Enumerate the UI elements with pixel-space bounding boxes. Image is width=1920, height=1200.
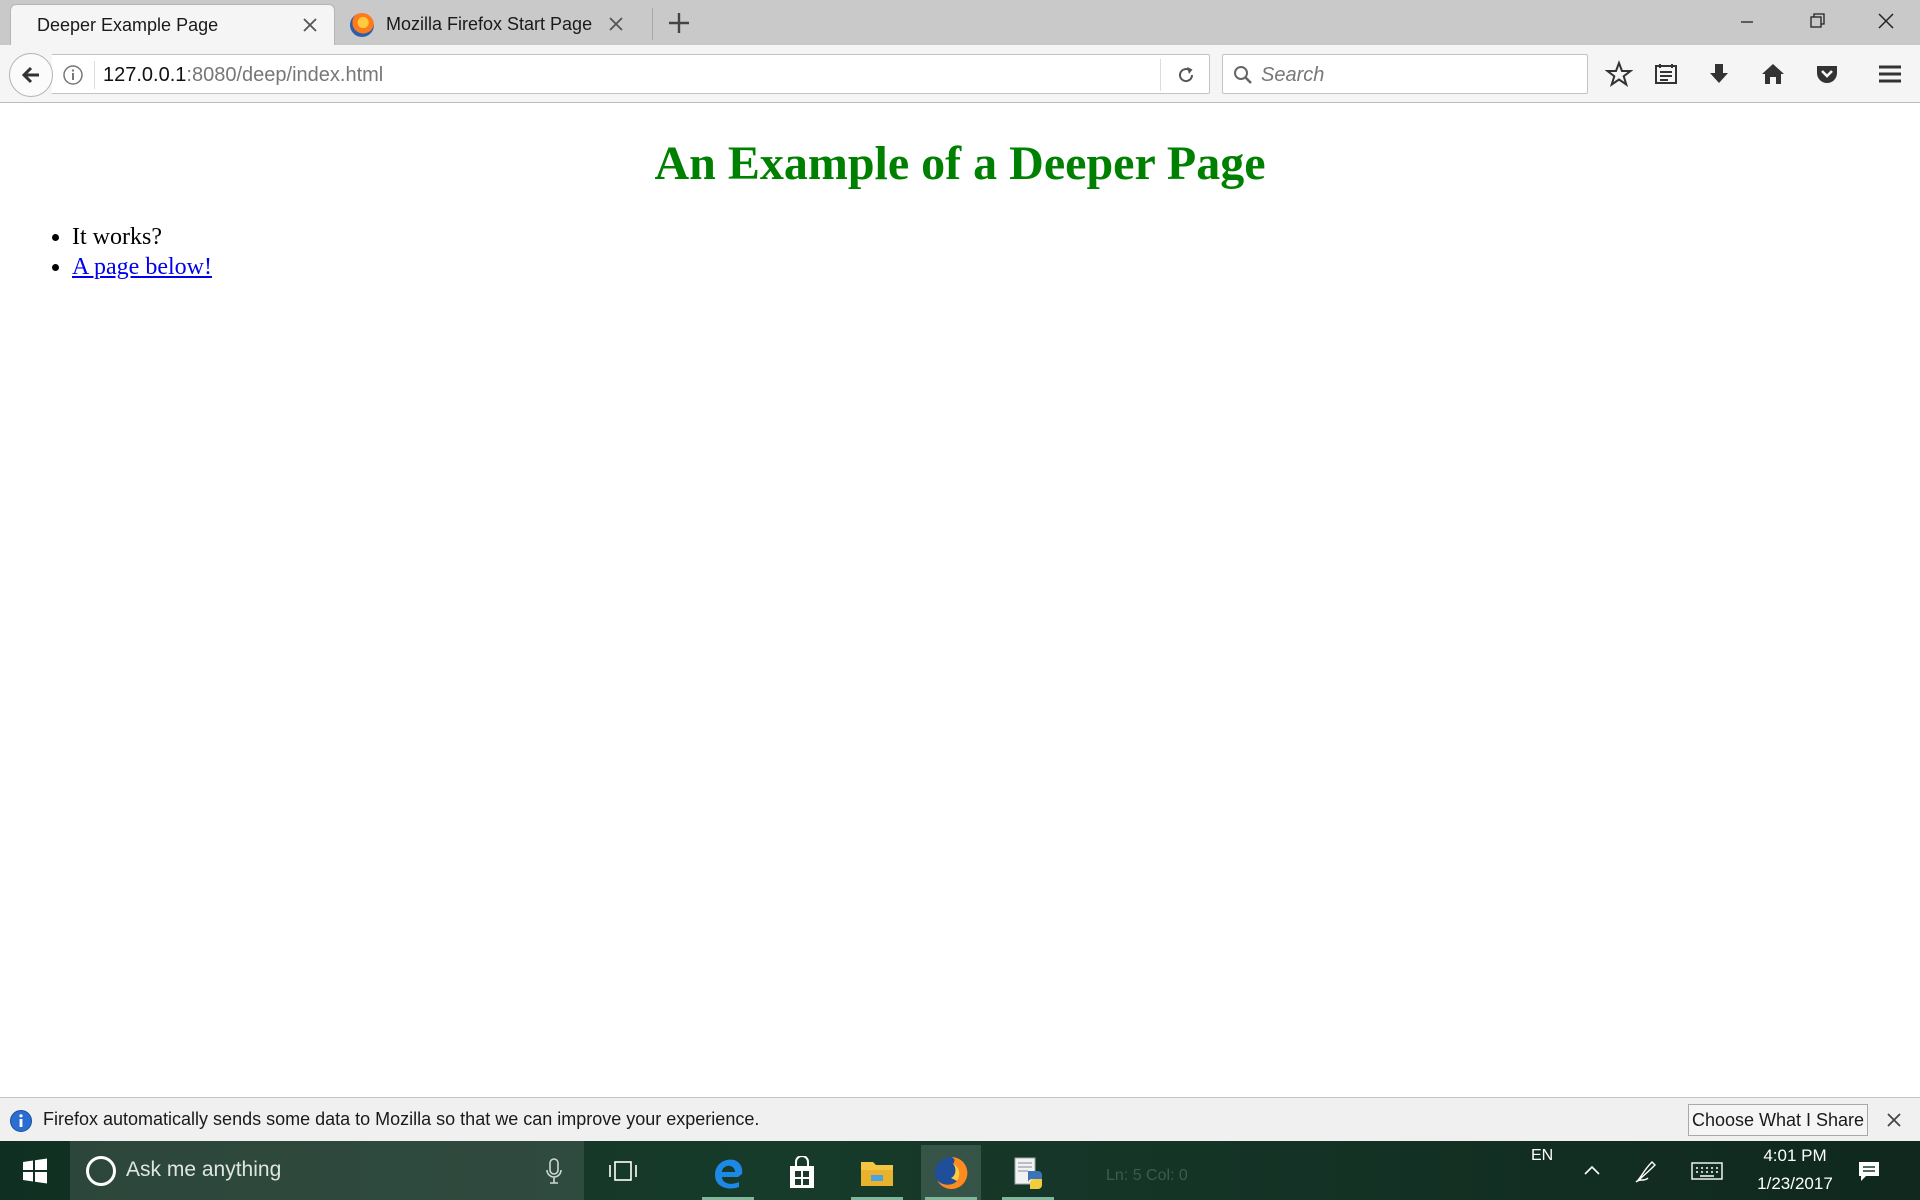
edge-icon: [715, 1159, 743, 1188]
search-bar[interactable]: Search: [1222, 54, 1588, 94]
input-language-indicator[interactable]: EN: [1531, 1147, 1553, 1165]
reload-icon[interactable]: [1174, 63, 1198, 87]
tab-title: Deeper Example Page: [37, 14, 219, 35]
downloads-icon[interactable]: [1705, 60, 1733, 88]
page-below-link[interactable]: A page below!: [72, 254, 212, 280]
taskbar-app-file-explorer[interactable]: [847, 1145, 907, 1200]
url-divider: [1160, 59, 1161, 91]
tab-close-icon[interactable]: [606, 14, 626, 34]
windows-logo-icon: [23, 1158, 47, 1183]
page-heading: An Example of a Deeper Page: [654, 137, 1266, 190]
search-icon: [1234, 66, 1252, 84]
touch-keyboard-icon[interactable]: [1690, 1158, 1724, 1184]
bookmarks-menu-icon[interactable]: [1652, 60, 1680, 88]
pocket-icon[interactable]: [1813, 60, 1841, 88]
notification-close-icon[interactable]: [1884, 1110, 1904, 1130]
tab-firefox-start-page[interactable]: Mozilla Firefox Start Page: [340, 4, 640, 45]
tab-close-icon[interactable]: [300, 15, 320, 35]
search-placeholder: Search: [1261, 64, 1325, 86]
tab-separator: [652, 8, 653, 40]
tab-strip: Deeper Example Page Mozilla Firefox Star…: [0, 0, 1920, 45]
back-button[interactable]: [9, 53, 53, 97]
action-center-icon[interactable]: [1856, 1158, 1882, 1184]
task-view-icon[interactable]: [606, 1158, 640, 1184]
new-tab-plus-icon[interactable]: [666, 10, 692, 36]
file-explorer-icon: [861, 1161, 893, 1186]
python-editor-icon: [1014, 1157, 1042, 1189]
store-icon: [790, 1155, 814, 1188]
minimize-icon[interactable]: [1730, 6, 1764, 36]
back-arrow-icon: [21, 66, 39, 84]
microphone-icon[interactable]: [545, 1157, 563, 1185]
cortana-placeholder: Ask me anything: [126, 1158, 282, 1181]
content-list: It works? A page below!: [32, 222, 212, 282]
background-window-status: Ln: 5 Col: 0: [1106, 1167, 1188, 1184]
site-info-icon[interactable]: [62, 64, 84, 86]
clock-date[interactable]: 1/23/2017: [1742, 1174, 1848, 1194]
data-sharing-notification-bar: Firefox automatically sends some data to…: [0, 1097, 1920, 1141]
taskbar-app-edge[interactable]: [698, 1145, 758, 1200]
cortana-search-box[interactable]: Ask me anything: [70, 1141, 584, 1200]
list-item-link: A page below!: [72, 252, 212, 282]
taskbar-app-store[interactable]: [772, 1145, 832, 1200]
home-icon[interactable]: [1759, 60, 1787, 88]
list-item-label: It works?: [72, 224, 162, 250]
tab-title: Mozilla Firefox Start Page: [386, 14, 593, 34]
url-bar[interactable]: 127.0.0.1:8080/deep/index.html: [52, 54, 1210, 94]
windows-taskbar: Ask me anything Ln: 5 Col: 0 EN 4:01 PM …: [0, 1141, 1920, 1200]
tab-deeper-example-page[interactable]: Deeper Example Page: [10, 4, 335, 45]
notification-message: Firefox automatically sends some data to…: [43, 1109, 760, 1129]
choose-what-i-share-button[interactable]: Choose What I Share: [1688, 1104, 1868, 1136]
firefox-icon: [935, 1156, 968, 1189]
url-host: 127.0.0.1: [103, 64, 187, 86]
cortana-icon: [86, 1156, 116, 1186]
taskbar-app-python-editor[interactable]: [998, 1145, 1058, 1200]
show-hidden-icons-chevron-icon[interactable]: [1578, 1158, 1606, 1184]
start-button[interactable]: [0, 1141, 70, 1200]
url-divider: [94, 61, 95, 89]
list-item-text: It works?: [72, 222, 212, 252]
clock-time[interactable]: 4:01 PM: [1752, 1146, 1838, 1166]
url-path: :8080/deep/index.html: [186, 64, 384, 86]
hamburger-menu-icon[interactable]: [1876, 60, 1904, 88]
restore-icon[interactable]: [1800, 6, 1834, 36]
page-content: An Example of a Deeper Page It works? A …: [0, 104, 1920, 1097]
taskbar-app-firefox[interactable]: [921, 1145, 981, 1200]
url-text[interactable]: 127.0.0.1:8080/deep/index.html: [103, 64, 383, 87]
info-icon: [10, 1110, 32, 1132]
pen-workspace-icon[interactable]: [1632, 1158, 1660, 1184]
bookmark-star-icon[interactable]: [1605, 60, 1633, 88]
navigation-toolbar: 127.0.0.1:8080/deep/index.html Search: [0, 45, 1920, 103]
window-close-icon[interactable]: [1869, 6, 1903, 36]
firefox-favicon-icon: [350, 12, 374, 37]
